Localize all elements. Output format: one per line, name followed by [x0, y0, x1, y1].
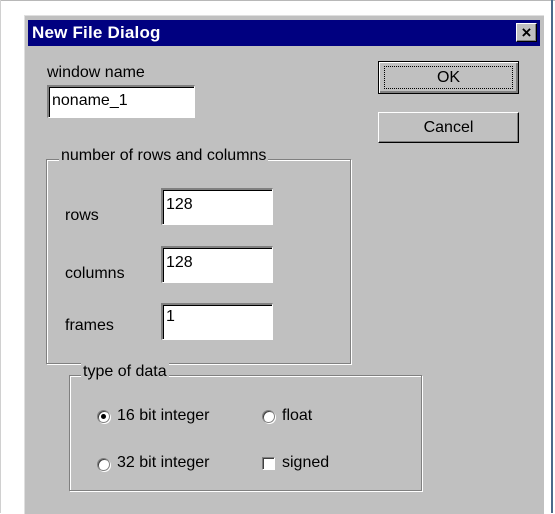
ok-focus-rect — [384, 66, 513, 89]
radio-16bit-integer[interactable] — [97, 410, 110, 423]
outer-frame-right — [551, 0, 553, 513]
outer-frame-left — [0, 0, 1, 513]
signed-checkbox-label[interactable]: signed — [282, 454, 329, 472]
title-bar[interactable]: New File Dialog × — [28, 20, 540, 46]
signed-checkbox[interactable] — [262, 457, 275, 470]
window-name-input[interactable]: noname_1 — [47, 85, 195, 118]
outer-frame-top — [0, 0, 555, 1]
dimensions-group-legend: number of rows and columns — [59, 147, 269, 165]
radio-float[interactable] — [262, 410, 275, 423]
radio-32bit-integer[interactable] — [97, 458, 110, 471]
columns-input[interactable]: 128 — [161, 246, 273, 283]
rows-input[interactable]: 128 — [161, 188, 273, 225]
radio-selected-dot — [101, 414, 106, 419]
rows-label: rows — [65, 207, 99, 224]
window-name-label: window name — [47, 64, 145, 81]
frames-input[interactable]: 1 — [161, 303, 273, 340]
cancel-button[interactable]: Cancel — [378, 112, 519, 143]
radio-float-label[interactable]: float — [282, 407, 312, 425]
columns-label: columns — [65, 265, 125, 282]
cancel-button-label: Cancel — [423, 118, 474, 136]
frames-label: frames — [65, 317, 114, 334]
close-icon: × — [521, 23, 532, 42]
ok-button[interactable]: OK — [378, 61, 519, 94]
close-button[interactable]: × — [516, 23, 537, 42]
radio-16bit-integer-label[interactable]: 16 bit integer — [117, 407, 210, 425]
new-file-dialog: New File Dialog × window name noname_1 O… — [24, 15, 544, 514]
radio-32bit-integer-label[interactable]: 32 bit integer — [117, 454, 210, 472]
data-type-group-legend: type of data — [81, 363, 169, 381]
data-type-group — [69, 375, 422, 491]
dialog-title: New File Dialog — [32, 23, 161, 42]
